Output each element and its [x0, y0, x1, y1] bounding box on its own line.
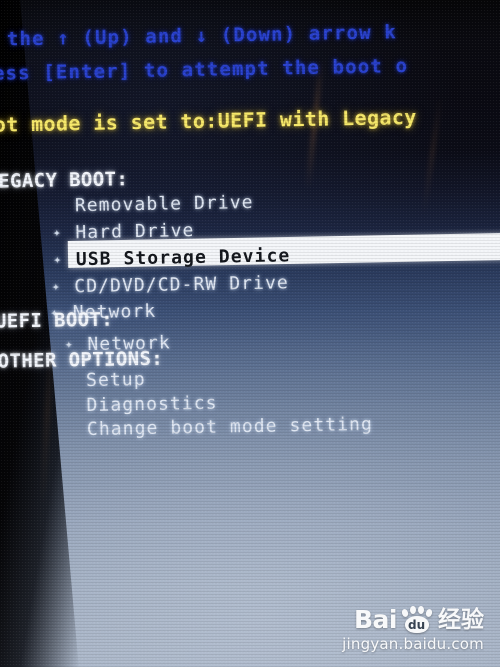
other-option-label: Diagnostics	[86, 392, 218, 416]
bullet-icon: ✦	[52, 224, 61, 241]
screen-content: e the ↑ (Up) and ↓ (Down) arrow k ress […	[0, 0, 500, 667]
other-option-setup[interactable]: Setup	[86, 367, 146, 392]
bullet-icon: ✦	[51, 278, 60, 295]
bullet-icon: ✦	[53, 251, 62, 268]
other-option-label: Setup	[85, 368, 146, 391]
boot-mode-status-line: oot mode is set to:UEFI with Legacy	[0, 104, 417, 137]
bios-boot-menu-photo: e the ↑ (Up) and ↓ (Down) arrow k ress […	[0, 0, 500, 667]
section-heading-uefi-boot: UEFI BOOT:	[0, 308, 114, 333]
other-option-diagnostics[interactable]: Diagnostics	[86, 391, 218, 417]
bullet-icon	[57, 200, 68, 211]
boot-option-label: CD/DVD/CD-RW Drive	[74, 271, 289, 297]
boot-option-label: USB Storage Device	[75, 244, 291, 270]
instruction-line-2: ress [Enter] to attempt the boot o	[0, 55, 409, 85]
boot-option-cd-dvd-drive[interactable]: ✦ CD/DVD/CD-RW Drive	[50, 270, 289, 298]
instruction-line-1: e the ↑ (Up) and ↓ (Down) arrow k	[0, 21, 398, 51]
other-option-change-boot-mode-setting[interactable]: Change boot mode setting	[87, 412, 373, 441]
boot-option-usb-storage-device[interactable]: ✦ USB Storage Device	[52, 243, 291, 271]
section-heading-legacy-boot: LEGACY BOOT:	[0, 168, 129, 193]
boot-option-hard-drive[interactable]: ✦ Hard Drive	[51, 218, 195, 245]
boot-option-label: Removable Drive	[74, 191, 254, 216]
other-option-label: Change boot mode setting	[86, 413, 374, 440]
boot-option-label: Hard Drive	[75, 219, 195, 243]
boot-option-removable-drive[interactable]: Removable Drive	[57, 190, 254, 218]
